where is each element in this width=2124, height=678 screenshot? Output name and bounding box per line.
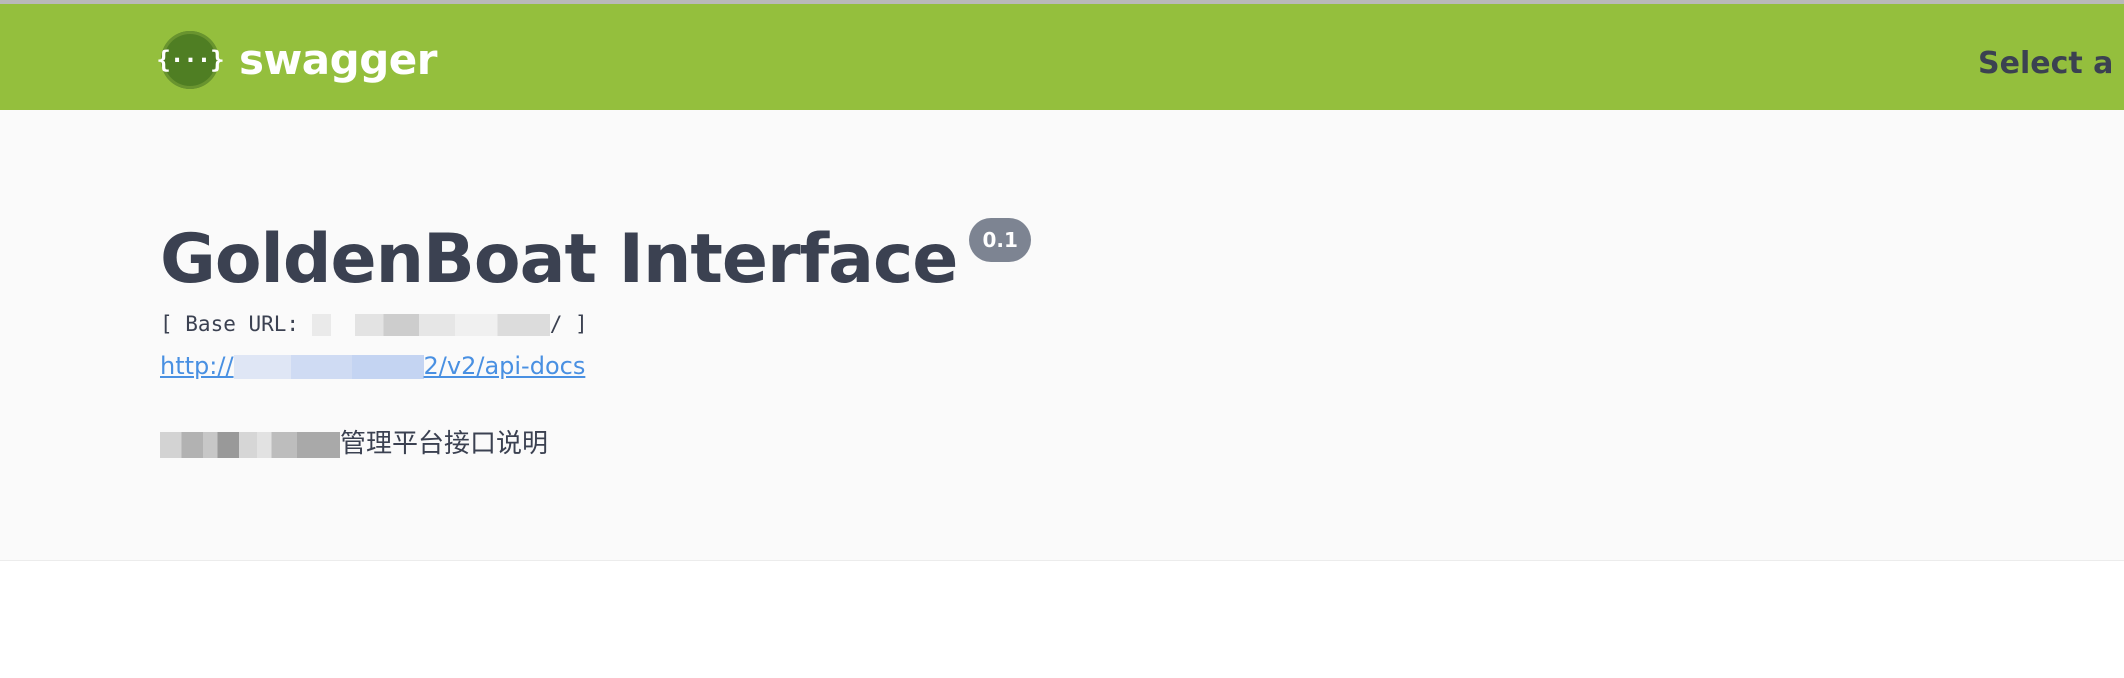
redacted-description-prefix: [160, 431, 340, 458]
spec-selector-label[interactable]: Select a sp: [1978, 42, 2124, 86]
swagger-logo-link[interactable]: {···} swagger: [156, 31, 437, 89]
docs-link-suffix: 2/v2/api-docs: [423, 352, 586, 380]
api-info-section: GoldenBoat Interface 0.1 [ Base URL: / ]…: [0, 110, 2124, 561]
brand-name: swagger: [239, 35, 437, 84]
api-docs-link[interactable]: http:// 2/v2/api-docs: [160, 350, 585, 382]
base-url-suffix: / ]: [549, 312, 588, 336]
topbar: {···} swagger Select a sp: [0, 4, 2124, 110]
logo-glyph: {···}: [156, 46, 224, 74]
base-url: [ Base URL: / ]: [160, 310, 588, 338]
redacted-host: [233, 355, 424, 379]
api-title: GoldenBoat Interface: [160, 220, 958, 299]
version-badge: 0.1: [969, 218, 1031, 262]
api-description: 管理平台接口说明: [160, 426, 548, 462]
redacted-base-url: [311, 314, 550, 336]
swagger-logo-icon: {···}: [156, 31, 225, 89]
description-text: 管理平台接口说明: [340, 429, 549, 459]
base-url-prefix: [ Base URL:: [160, 312, 312, 336]
api-title-row: GoldenBoat Interface 0.1: [160, 218, 1031, 302]
docs-link-prefix: http://: [160, 352, 234, 380]
